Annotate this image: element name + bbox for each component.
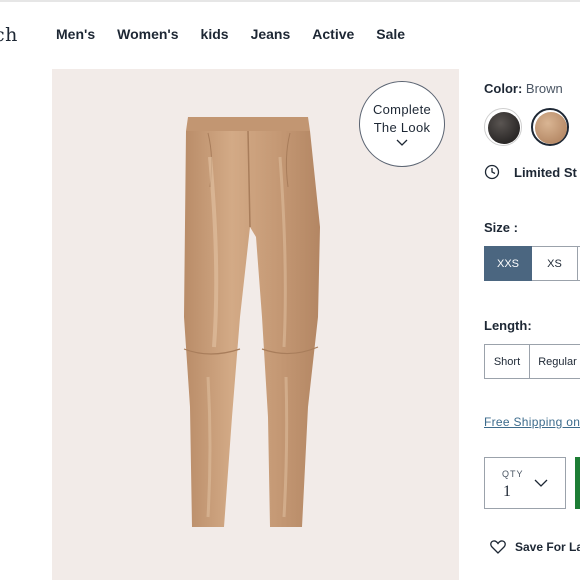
main-nav: Men's Women's kids Jeans Active Sale	[56, 26, 405, 42]
swatch-brown[interactable]	[531, 108, 569, 146]
length-selector: Short Regular	[484, 344, 580, 379]
product-options-panel: Color: Brown Limited St Size : XXS XS Le…	[484, 0, 580, 580]
nav-item-jeans[interactable]: Jeans	[251, 26, 291, 42]
length-option-short[interactable]: Short	[484, 344, 530, 379]
complete-look-line1: Complete	[372, 102, 432, 117]
complete-the-look-button[interactable]: Complete The Look	[359, 81, 445, 167]
brand-logo[interactable]: ch	[0, 24, 18, 46]
color-label-title: Color:	[484, 81, 523, 96]
size-selector: XXS XS	[484, 246, 580, 281]
nav-item-kids[interactable]: kids	[201, 26, 229, 42]
nav-item-womens[interactable]: Women's	[117, 26, 178, 42]
save-for-later-button[interactable]: Save For La	[490, 540, 580, 554]
add-to-bag-button[interactable]	[575, 457, 580, 509]
chevron-down-icon	[534, 479, 548, 487]
complete-look-line2: The Look	[373, 120, 431, 135]
quantity-label: QTY	[502, 469, 524, 479]
stock-status: Limited St	[484, 164, 577, 180]
color-label: Color: Brown	[484, 81, 563, 96]
nav-item-mens[interactable]: Men's	[56, 26, 95, 42]
chevron-down-icon	[396, 139, 408, 146]
length-label: Length:	[484, 318, 532, 333]
free-shipping-link[interactable]: Free Shipping on	[484, 415, 580, 429]
heart-icon	[490, 540, 506, 554]
nav-item-sale[interactable]: Sale	[376, 26, 405, 42]
clock-icon	[484, 164, 500, 180]
size-option-xs[interactable]: XS	[532, 246, 578, 281]
color-value: Brown	[525, 81, 563, 96]
leggings-image	[183, 117, 320, 527]
swatch-black[interactable]	[484, 108, 522, 146]
quantity-select[interactable]: QTY 1	[484, 457, 566, 509]
product-image[interactable]: Complete The Look	[52, 69, 459, 580]
nav-item-active[interactable]: Active	[312, 26, 354, 42]
size-option-xxs[interactable]: XXS	[484, 246, 532, 281]
save-for-later-text: Save For La	[515, 540, 580, 554]
quantity-value: 1	[503, 483, 511, 500]
length-option-regular[interactable]: Regular	[530, 344, 580, 379]
size-label: Size :	[484, 220, 518, 235]
stock-text: Limited St	[514, 164, 577, 180]
